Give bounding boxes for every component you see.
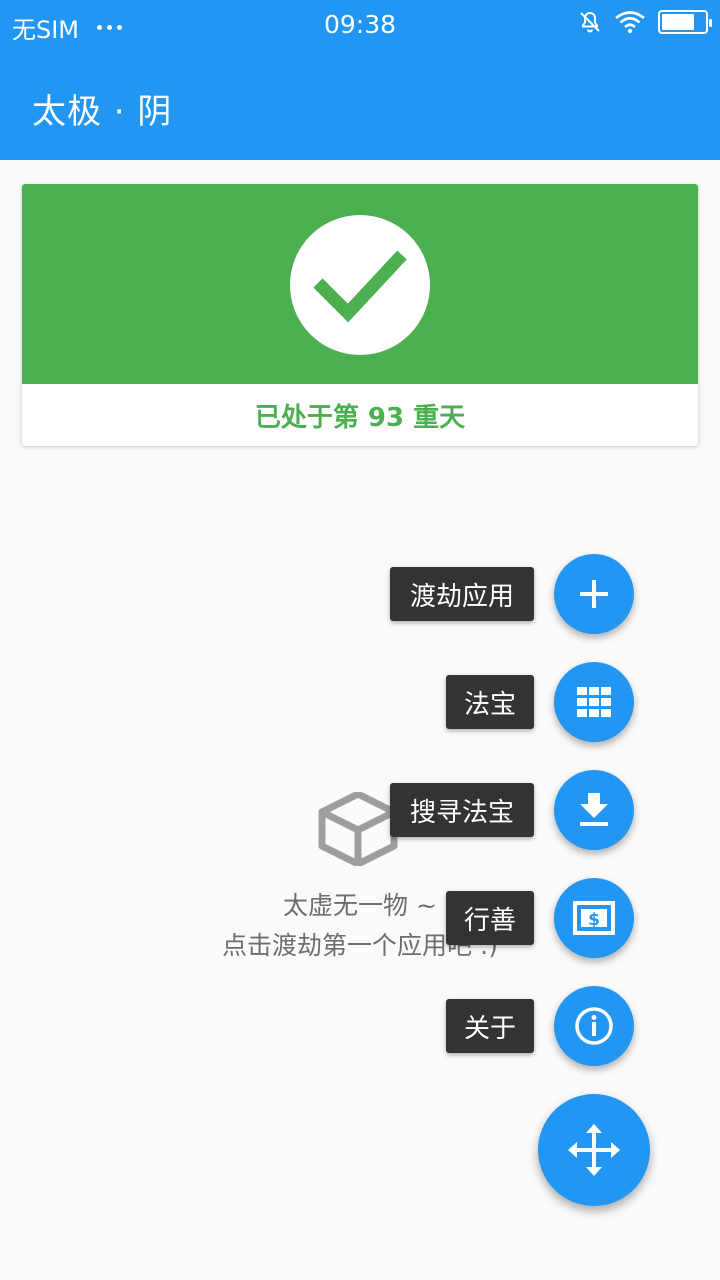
fab-install-app-button[interactable] bbox=[554, 554, 634, 634]
app-bar: 无SIM 09:38 太极 · 阴 bbox=[0, 0, 720, 160]
status-bar-right bbox=[578, 10, 712, 34]
grid-icon bbox=[577, 687, 611, 717]
fab-label-donate[interactable]: 行善 bbox=[446, 891, 534, 945]
wifi-icon bbox=[615, 11, 645, 34]
page-title: 太极 · 阴 bbox=[32, 92, 173, 132]
info-icon bbox=[575, 1007, 613, 1045]
fab-label-modules[interactable]: 法宝 bbox=[446, 675, 534, 729]
fab-donate-button[interactable]: $ bbox=[554, 878, 634, 958]
donate-icon: $ bbox=[573, 901, 615, 935]
move-arrows-icon bbox=[568, 1124, 620, 1176]
check-circle-icon bbox=[290, 215, 430, 355]
fab-label-install-app[interactable]: 渡劫应用 bbox=[390, 567, 534, 621]
battery-icon bbox=[658, 10, 712, 34]
status-bar: 无SIM 09:38 bbox=[0, 0, 720, 52]
empty-box-icon bbox=[318, 792, 398, 866]
fab-main-toggle-button[interactable] bbox=[538, 1094, 650, 1206]
status-card-banner bbox=[22, 184, 698, 384]
fab-modules-button[interactable] bbox=[554, 662, 634, 742]
bell-off-icon bbox=[580, 11, 600, 33]
status-card[interactable]: 已处于第 93 重天 bbox=[22, 184, 698, 446]
fab-find-modules-button[interactable] bbox=[554, 770, 634, 850]
fab-about-button[interactable] bbox=[554, 986, 634, 1066]
fab-label-about[interactable]: 关于 bbox=[446, 999, 534, 1053]
download-icon bbox=[580, 793, 608, 826]
plus-icon bbox=[580, 580, 608, 608]
fab-label-find-modules[interactable]: 搜寻法宝 bbox=[390, 783, 534, 837]
svg-text:$: $ bbox=[588, 910, 600, 930]
status-text: 已处于第 93 重天 bbox=[254, 402, 466, 433]
